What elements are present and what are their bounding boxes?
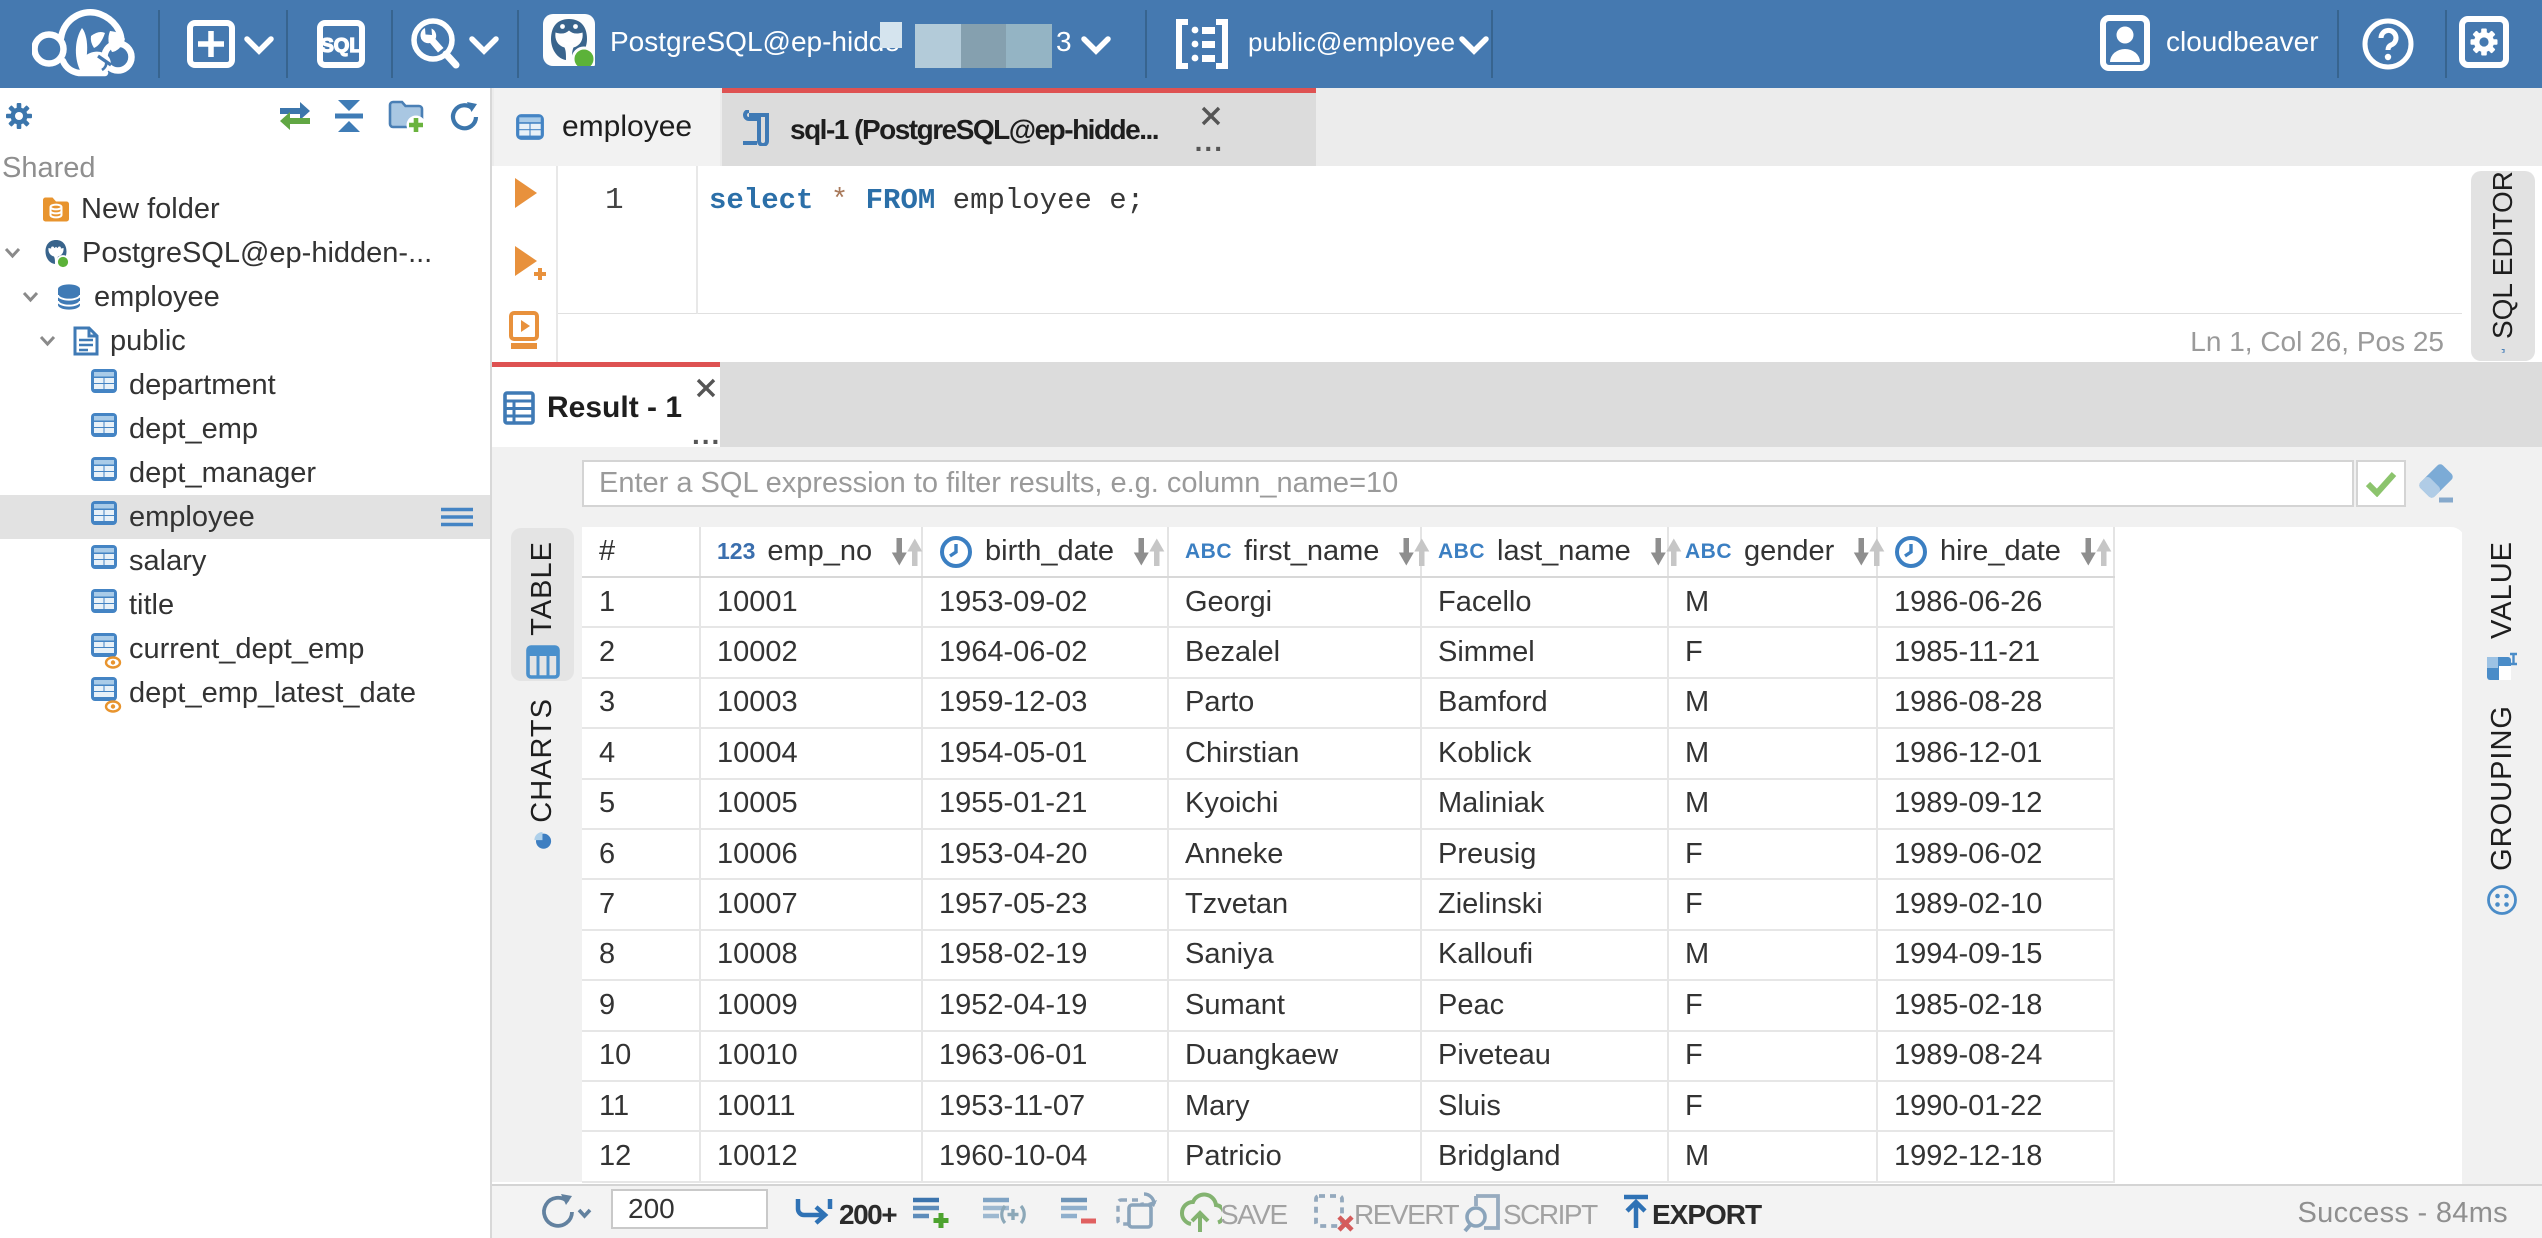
svg-text:SQL: SQL bbox=[320, 35, 361, 57]
